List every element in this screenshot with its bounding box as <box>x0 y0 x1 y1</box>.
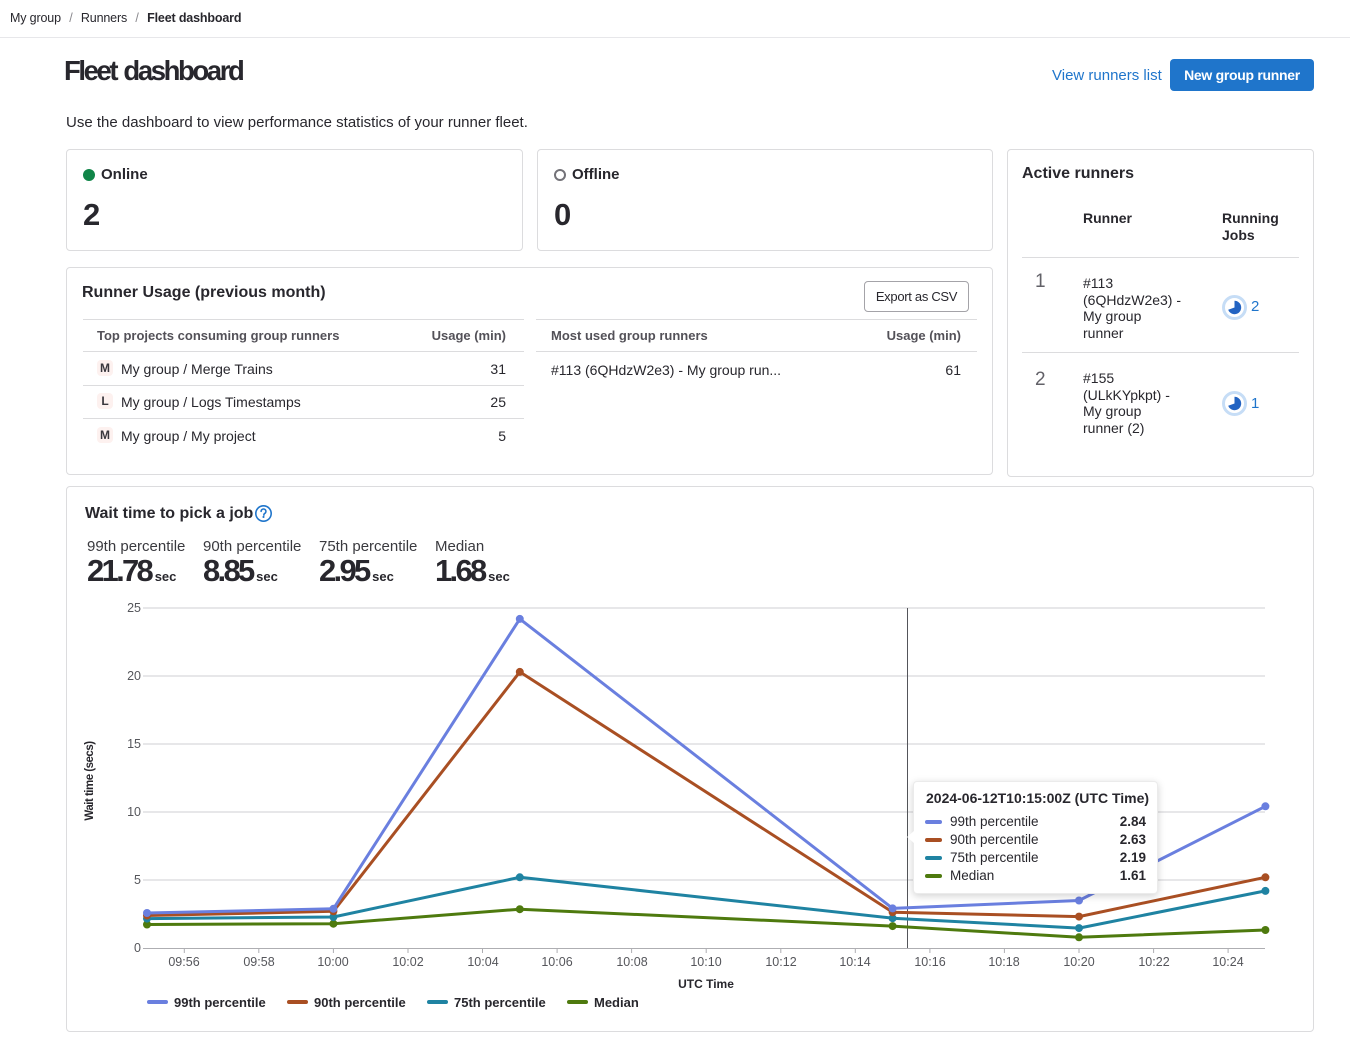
svg-text:5: 5 <box>134 873 141 887</box>
svg-text:10:04: 10:04 <box>467 955 498 969</box>
svg-text:10: 10 <box>127 805 141 819</box>
svg-text:10:20: 10:20 <box>1063 955 1094 969</box>
svg-text:10:00: 10:00 <box>317 955 348 969</box>
svg-text:10:16: 10:16 <box>914 955 945 969</box>
svg-text:UTC Time: UTC Time <box>678 977 734 991</box>
svg-text:10:10: 10:10 <box>690 955 721 969</box>
svg-text:10:18: 10:18 <box>988 955 1019 969</box>
svg-text:25: 25 <box>127 601 141 615</box>
svg-text:15: 15 <box>127 737 141 751</box>
svg-text:Wait time (secs): Wait time (secs) <box>84 741 96 821</box>
svg-text:0: 0 <box>134 941 141 955</box>
svg-text:20: 20 <box>127 669 141 683</box>
svg-text:10:22: 10:22 <box>1138 955 1169 969</box>
svg-text:09:56: 09:56 <box>168 955 199 969</box>
svg-text:10:12: 10:12 <box>765 955 796 969</box>
svg-text:10:08: 10:08 <box>616 955 647 969</box>
svg-text:09:58: 09:58 <box>243 955 274 969</box>
svg-text:10:14: 10:14 <box>839 955 870 969</box>
svg-text:10:24: 10:24 <box>1212 955 1243 969</box>
svg-text:10:06: 10:06 <box>541 955 572 969</box>
svg-text:10:02: 10:02 <box>392 955 423 969</box>
